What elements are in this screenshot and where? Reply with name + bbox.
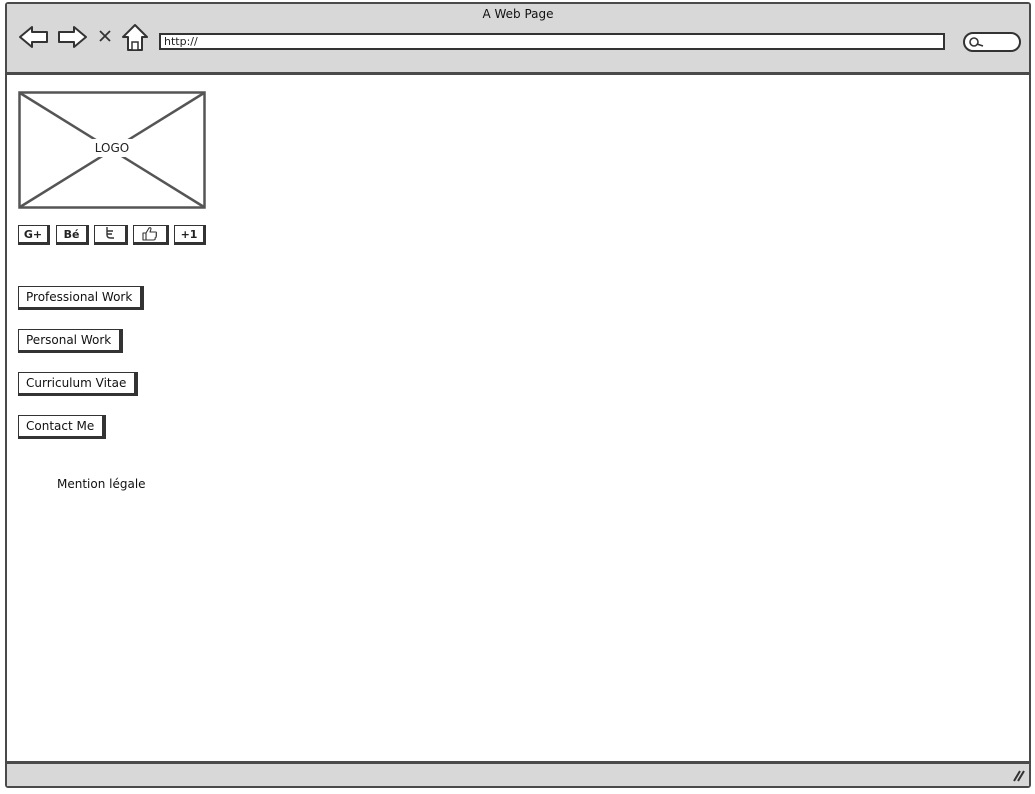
nav-contact-me-button[interactable]: Contact Me — [18, 415, 107, 439]
resize-grip-icon[interactable] — [1011, 767, 1025, 786]
home-icon[interactable] — [121, 23, 149, 57]
status-bar — [7, 761, 1029, 786]
page-content: LOGO G+ Bé +1 Professional Work Personal… — [7, 75, 1029, 762]
googleplus-button[interactable]: G+ — [18, 225, 50, 245]
legal-notice-link[interactable]: Mention légale — [57, 477, 146, 491]
search-icon[interactable] — [962, 30, 1022, 58]
logo-image-placeholder: LOGO — [18, 91, 206, 209]
behance-button[interactable]: Bé — [56, 225, 89, 245]
nav-professional-work-button[interactable]: Professional Work — [18, 286, 145, 310]
arrow-left-icon[interactable] — [18, 24, 50, 54]
arrow-right-icon[interactable] — [56, 24, 88, 54]
plusone-button[interactable]: +1 — [174, 225, 206, 245]
window-title: A Web Page — [482, 7, 554, 21]
nav-curriculum-vitae-button[interactable]: Curriculum Vitae — [18, 372, 139, 396]
close-icon[interactable] — [97, 28, 113, 48]
twitter-button[interactable] — [94, 225, 128, 245]
logo-label: LOGO — [91, 139, 133, 157]
like-button[interactable] — [133, 225, 169, 245]
nav-personal-work-button[interactable]: Personal Work — [18, 329, 124, 353]
browser-window: A Web Page http:// LOGO G+ Bé +1 Profess… — [5, 2, 1031, 788]
thumbs-up-icon — [141, 227, 159, 242]
twitter-icon — [103, 227, 117, 241]
address-bar[interactable]: http:// — [159, 33, 945, 50]
browser-toolbar: A Web Page http:// — [7, 4, 1029, 75]
